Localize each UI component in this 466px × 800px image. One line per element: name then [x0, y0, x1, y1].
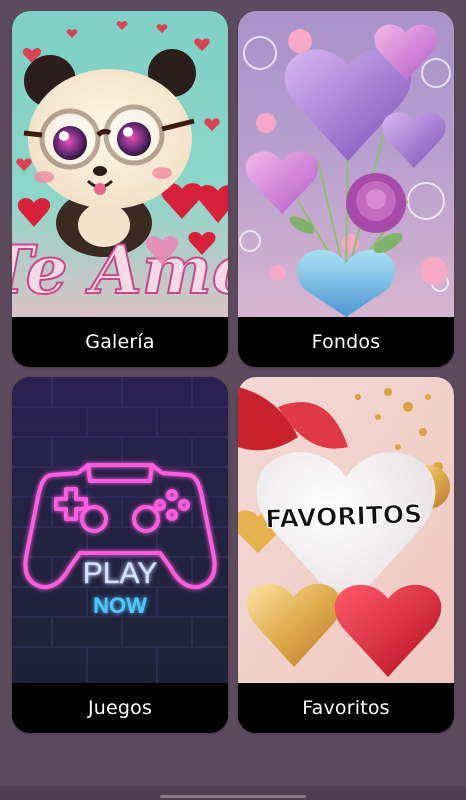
- galeria-art-text: Te Amo: [12, 231, 228, 309]
- menu-card-juegos[interactable]: PLAY NOW Juegos: [12, 377, 228, 733]
- fondos-artwork: [238, 11, 454, 317]
- menu-screen: Te Amo Galería: [0, 0, 466, 800]
- juegos-artwork: PLAY NOW: [12, 377, 228, 683]
- menu-card-label: Fondos: [238, 317, 454, 367]
- favoritos-artwork: FAVORITOS: [238, 377, 454, 683]
- juegos-art-play: PLAY: [83, 557, 158, 590]
- menu-card-label: Juegos: [12, 683, 228, 733]
- menu-card-fondos[interactable]: Fondos: [238, 11, 454, 367]
- juegos-art-now: NOW: [93, 593, 147, 618]
- menu-card-label: Favoritos: [238, 683, 454, 733]
- home-gesture-handle[interactable]: [160, 795, 306, 798]
- menu-card-favoritos[interactable]: FAVORITOS Favoritos: [238, 377, 454, 733]
- menu-card-label: Galería: [12, 317, 228, 367]
- galeria-artwork: Te Amo: [12, 11, 228, 317]
- favoritos-art-text: FAVORITOS: [265, 499, 423, 533]
- menu-card-galeria[interactable]: Te Amo Galería: [12, 11, 228, 367]
